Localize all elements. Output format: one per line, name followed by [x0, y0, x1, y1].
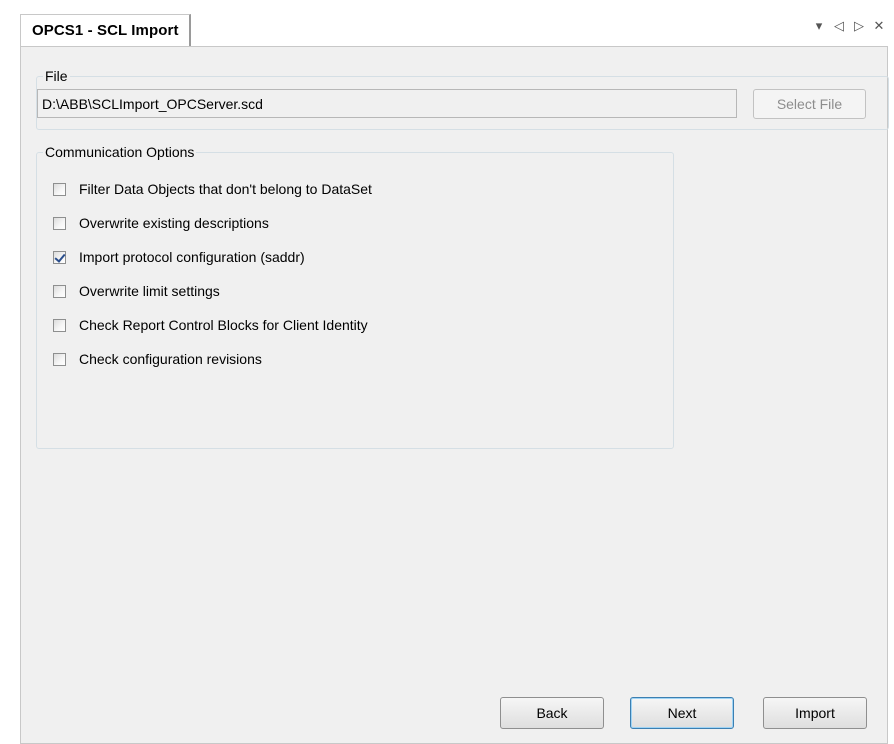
option-import-protocol-configuration[interactable]: Import protocol configuration (saddr)	[53, 247, 305, 267]
communication-options-groupbox: Communication Options Filter Data Object…	[36, 143, 674, 449]
option-check-configuration-revisions[interactable]: Check configuration revisions	[53, 349, 262, 369]
option-label: Overwrite limit settings	[79, 283, 220, 299]
close-icon[interactable]: ✕	[872, 18, 886, 34]
option-overwrite-descriptions[interactable]: Overwrite existing descriptions	[53, 213, 269, 233]
import-button[interactable]: Import	[763, 697, 867, 729]
checkbox[interactable]	[53, 284, 66, 298]
select-file-button[interactable]: Select File	[753, 89, 866, 119]
tab-title: OPCS1 - SCL Import	[32, 22, 179, 39]
tab-bar: OPCS1 - SCL Import ▾ ◁ ▷ ✕	[0, 0, 894, 46]
file-path-field[interactable]	[37, 89, 737, 118]
checkbox[interactable]	[53, 250, 66, 264]
option-label: Check Report Control Blocks for Client I…	[79, 317, 368, 333]
scl-import-window: OPCS1 - SCL Import ▾ ◁ ▷ ✕ File Select F…	[0, 0, 894, 744]
file-groupbox: File Select File	[36, 67, 889, 130]
import-panel: File Select File Communication Options F…	[20, 46, 889, 744]
tab-controls: ▾ ◁ ▷ ✕	[812, 18, 886, 34]
option-overwrite-limit-settings[interactable]: Overwrite limit settings	[53, 281, 220, 301]
option-label: Overwrite existing descriptions	[79, 215, 269, 231]
option-check-report-control-blocks[interactable]: Check Report Control Blocks for Client I…	[53, 315, 368, 335]
communication-options-legend: Communication Options	[43, 143, 197, 161]
next-button[interactable]: Next	[630, 697, 734, 729]
tab-opcs1-scl-import[interactable]: OPCS1 - SCL Import	[20, 14, 191, 46]
chevron-down-icon[interactable]: ▾	[812, 18, 826, 34]
scroll-right-icon[interactable]: ▷	[852, 18, 866, 34]
option-filter-data-objects[interactable]: Filter Data Objects that don't belong to…	[53, 179, 372, 199]
checkbox[interactable]	[53, 352, 66, 366]
checkbox[interactable]	[53, 182, 66, 196]
scroll-left-icon[interactable]: ◁	[832, 18, 846, 34]
checkbox[interactable]	[53, 216, 66, 230]
checkbox[interactable]	[53, 318, 66, 332]
option-label: Check configuration revisions	[79, 351, 262, 367]
back-button[interactable]: Back	[500, 697, 604, 729]
file-group-legend: File	[43, 67, 70, 85]
option-label: Filter Data Objects that don't belong to…	[79, 181, 372, 197]
option-label: Import protocol configuration (saddr)	[79, 249, 305, 265]
